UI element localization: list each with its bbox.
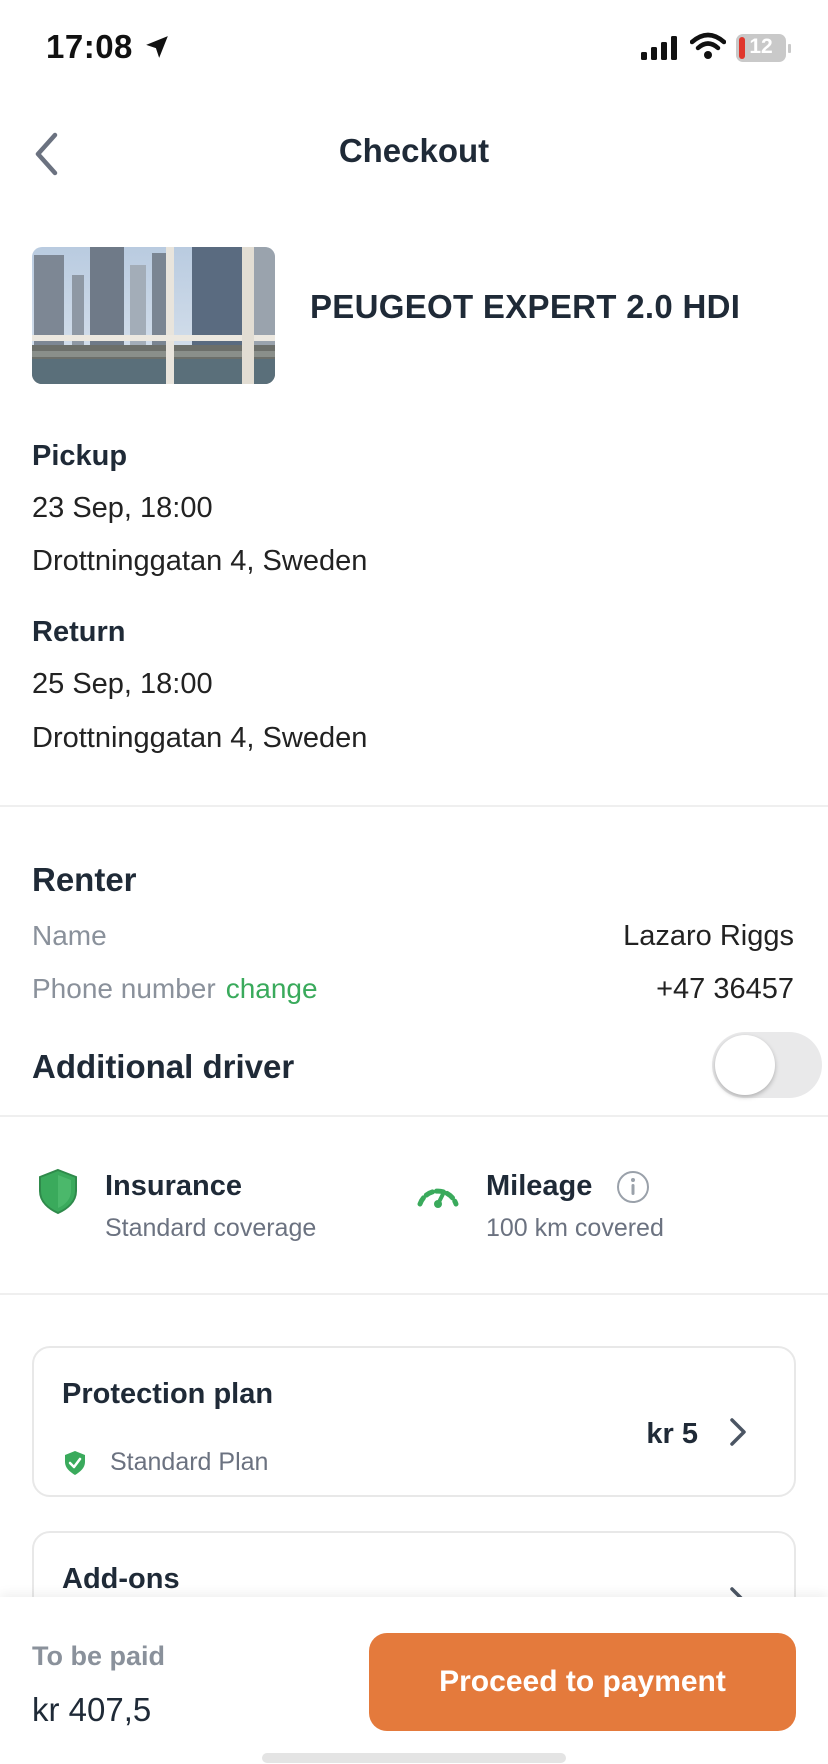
plan-name: Standard Plan — [110, 1448, 269, 1476]
addons-title: Add-ons — [62, 1563, 180, 1595]
pickup-location: Drottninggatan 4, Sweden — [32, 545, 368, 577]
page-title: Checkout — [338, 132, 490, 169]
location-arrow-icon — [146, 36, 168, 58]
phone-label: Phone number — [32, 973, 216, 1004]
status-time: 17:08 — [46, 28, 133, 65]
shield-icon — [39, 1168, 77, 1215]
change-phone-link[interactable]: change — [226, 973, 318, 1004]
to-be-paid-label: To be paid — [32, 1641, 165, 1671]
battery-level: 12 — [749, 35, 773, 58]
renter-name: Lazaro Riggs — [623, 920, 794, 952]
insurance-subtitle: Standard coverage — [105, 1214, 317, 1242]
total-amount: kr 407,5 — [32, 1691, 152, 1728]
insurance-title: Insurance — [105, 1170, 242, 1202]
phone-number: +47 36457 — [656, 973, 794, 1005]
additional-driver-toggle[interactable] — [712, 1032, 822, 1098]
additional-driver-label: Additional driver — [32, 1048, 295, 1085]
return-datetime: 25 Sep, 18:00 — [32, 668, 213, 700]
battery-icon: 12 — [736, 34, 792, 62]
pickup-datetime: 23 Sep, 18:00 — [32, 492, 213, 524]
renter-heading: Renter — [32, 861, 137, 898]
toggle-knob — [715, 1035, 775, 1095]
divider — [0, 805, 828, 807]
signal-icon — [641, 36, 677, 60]
proceed-to-payment-button[interactable]: Proceed to payment — [369, 1633, 796, 1731]
plan-price: kr 5 — [646, 1418, 698, 1450]
car-image — [32, 247, 275, 384]
protection-plan-card[interactable]: Protection plan Standard Plan kr 5 — [32, 1346, 796, 1497]
divider — [0, 1293, 828, 1295]
speedometer-icon — [417, 1188, 459, 1208]
shield-check-icon — [65, 1451, 85, 1475]
bottom-bar: To be paid kr 407,5 Proceed to payment — [0, 1597, 828, 1764]
return-label: Return — [32, 616, 126, 648]
wifi-icon — [690, 32, 726, 59]
mileage-title: Mileage — [486, 1170, 593, 1202]
phone-row-label: Phone number change — [32, 973, 318, 1005]
divider — [0, 1115, 828, 1117]
info-icon[interactable] — [616, 1170, 650, 1204]
home-indicator — [262, 1753, 566, 1763]
name-label: Name — [32, 920, 107, 951]
status-bar: 17:08 12 — [0, 0, 828, 96]
mileage-subtitle: 100 km covered — [486, 1214, 664, 1242]
pickup-label: Pickup — [32, 440, 128, 472]
protection-plan-title: Protection plan — [62, 1378, 274, 1410]
checkout-screen: 17:08 12 Checkout PEUGEOT EXPERT 2.0 HDI… — [0, 0, 828, 1764]
return-location: Drottninggatan 4, Sweden — [32, 722, 368, 754]
chevron-right-icon — [730, 1418, 746, 1446]
car-title: PEUGEOT EXPERT 2.0 HDI — [310, 288, 741, 325]
